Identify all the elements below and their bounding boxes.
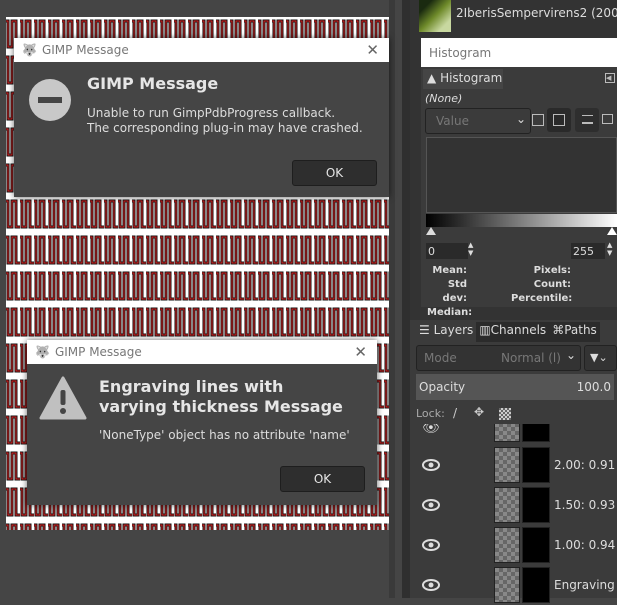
channel-select[interactable]: Value ⌄	[425, 108, 531, 134]
tab-paths[interactable]: ⌘Paths	[549, 322, 600, 342]
layer-thumbnail	[522, 424, 550, 442]
pixels-label: Pixels:	[533, 265, 571, 276]
median-label: Median:	[427, 307, 473, 318]
lock-pixels-icon[interactable]: /	[453, 406, 457, 420]
linear-scale-icon[interactable]	[532, 114, 544, 126]
range-max-input[interactable]: 255	[571, 243, 605, 259]
lock-position-icon[interactable]: ✥	[474, 405, 484, 419]
ok-button[interactable]: OK	[280, 466, 365, 492]
plugin-message-dialog: 🐺 GIMP Message ✕ Engraving lines with va…	[27, 340, 377, 505]
opacity-slider[interactable]: Opacity 100.0	[416, 374, 614, 400]
range-min-handle[interactable]	[426, 227, 436, 235]
tab-histogram[interactable]: ▲ Histogram	[423, 69, 503, 89]
dock-separator[interactable]	[402, 0, 410, 598]
layer-mask-thumbnail	[494, 527, 520, 563]
range-max-handle[interactable]	[607, 227, 617, 235]
layer-thumbnail	[522, 487, 550, 523]
log-scale-button[interactable]	[547, 108, 571, 132]
layer-row[interactable]: 2.00: 0.91	[416, 445, 617, 485]
layer-name[interactable]: 2.00: 0.91	[554, 458, 615, 472]
lock-alpha-icon[interactable]	[499, 408, 511, 420]
layer-mask-thumbnail	[494, 487, 520, 523]
dialog-titlebar: 🐺 GIMP Message ✕	[14, 38, 389, 62]
eye-icon[interactable]	[422, 497, 440, 511]
close-icon[interactable]: ✕	[366, 41, 379, 59]
tab-layers[interactable]: ☰ Layers	[416, 322, 477, 342]
lock-label: Lock:	[416, 407, 445, 420]
layer-thumbnail	[522, 447, 550, 483]
channels-icon: ▥	[479, 323, 491, 337]
tab-label: Histogram	[440, 71, 503, 85]
eye-icon[interactable]	[422, 537, 440, 551]
tab-channels[interactable]: ▥Channels	[476, 322, 550, 342]
histogram-linear-button[interactable]	[575, 108, 599, 132]
dialog-title: Engraving lines with	[99, 377, 284, 396]
mode-select[interactable]: Mode Normal (l) ⌄	[416, 345, 581, 371]
layer-name[interactable]: Engraving	[554, 578, 615, 592]
eye-icon[interactable]	[422, 577, 440, 591]
drawable-name: (None)	[425, 92, 463, 105]
window-title: GIMP Message	[54, 345, 142, 359]
opacity-label: Opacity	[419, 380, 466, 394]
histogram-icon: ▲	[427, 71, 437, 85]
composite-mode-select[interactable]: ▼⌄	[584, 345, 617, 371]
chevron-down-icon: ⌄	[515, 112, 526, 126]
eye-icon[interactable]	[422, 457, 440, 471]
histogram-graph[interactable]	[426, 137, 617, 213]
percentile-label: Percentile:	[511, 293, 573, 304]
image-name[interactable]: 2IberisSempervirens2 (200	[456, 6, 617, 20]
layer-thumbnail	[522, 527, 550, 563]
gimp-message-dialog: 🐺 GIMP Message ✕ GIMP Message Unable to …	[14, 38, 389, 197]
paths-icon: ⌘	[552, 323, 565, 337]
layer-name[interactable]: 1.50: 0.93	[554, 498, 615, 512]
layer-name[interactable]: 1.00: 0.94	[554, 538, 615, 552]
opacity-value: 100.0	[576, 380, 611, 394]
tab-label: Layers	[433, 323, 474, 337]
layer-row[interactable]: Engraving	[416, 565, 617, 605]
chevron-down-icon: ⌄	[565, 348, 576, 362]
gimp-logo-icon: 🐺	[35, 345, 50, 359]
gimp-logo-icon: 🐺	[22, 43, 37, 57]
warning-icon	[39, 376, 87, 420]
error-minus-icon	[29, 79, 71, 121]
close-icon[interactable]: ✕	[354, 343, 367, 361]
dialog-titlebar: 🐺 GIMP Message ✕	[27, 340, 377, 364]
histogram-window-title: Histogram	[421, 38, 617, 67]
range-min-input[interactable]: 0	[426, 243, 468, 259]
message-line: Unable to run GimpPdbProgress callback.	[87, 106, 336, 120]
layer-row[interactable]: 1.50: 0.93	[416, 485, 617, 525]
canvas-scrollbar[interactable]	[389, 0, 395, 598]
dialog-title: varying thickness Message	[99, 397, 343, 416]
range-min-spinner[interactable]: ▲ ▼	[468, 241, 478, 261]
window-title: GIMP Message	[41, 43, 129, 57]
histogram-log-button[interactable]	[602, 114, 613, 124]
ok-button[interactable]: OK	[292, 160, 377, 186]
value-gradient	[426, 214, 617, 227]
message-line: The corresponding plug-in may have crash…	[87, 121, 363, 135]
channel-value: Value	[436, 114, 469, 128]
layer-mask-thumbnail	[494, 447, 520, 483]
layers-tabbar: ☰ Layers ▥Channels ⌘Paths	[416, 322, 617, 342]
histogram-panel: ▲ Histogram ◀ (None) Value ⌄ 0 ▲ ▼ 255 ▲ ▼…	[421, 67, 617, 318]
mode-label: Mode	[424, 351, 457, 365]
range-max-spinner[interactable]: ▲ ▼	[607, 241, 617, 261]
layer-row[interactable]: 👁	[416, 424, 617, 444]
tab-label: Channels	[490, 323, 547, 337]
mean-label: Mean:	[432, 265, 467, 276]
message-line: 'NoneType' object has no attribute 'name…	[99, 428, 350, 442]
tab-menu-icon[interactable]: ◀	[605, 73, 615, 83]
eye-icon[interactable]: 👁	[422, 424, 440, 436]
layer-mask-thumbnail	[494, 424, 520, 442]
mode-value: Normal (l)	[501, 351, 561, 365]
std-dev-label: Std dev:	[442, 279, 467, 304]
layers-icon: ☰	[419, 323, 430, 337]
dialog-title: GIMP Message	[87, 74, 219, 93]
count-label: Count:	[533, 279, 571, 290]
tab-label: Paths	[564, 323, 597, 337]
layer-row[interactable]: 1.00: 0.94	[416, 525, 617, 565]
image-thumbnail[interactable]	[419, 0, 451, 32]
